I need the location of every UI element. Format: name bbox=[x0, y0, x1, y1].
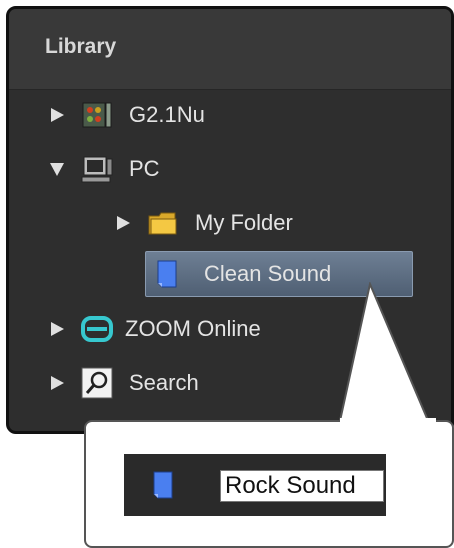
rename-input[interactable]: Rock Sound bbox=[220, 470, 384, 502]
computer-icon bbox=[81, 153, 113, 185]
tree-item-zoom-online[interactable]: ZOOM Online bbox=[47, 309, 261, 349]
rename-callout: Rock Sound bbox=[84, 420, 454, 548]
tree-item-label: Search bbox=[129, 370, 199, 395]
patch-icon bbox=[146, 469, 178, 506]
expand-arrow-icon[interactable] bbox=[47, 105, 67, 125]
patch-icon bbox=[150, 258, 182, 290]
zoom-online-icon bbox=[81, 313, 113, 345]
tree-item-g21nu[interactable]: G2.1Nu bbox=[47, 95, 205, 135]
tree-item-label: Clean Sound bbox=[204, 261, 332, 286]
search-icon bbox=[81, 367, 113, 399]
expand-arrow-icon[interactable] bbox=[113, 213, 133, 233]
device-icon bbox=[81, 99, 113, 131]
library-title: Library bbox=[45, 35, 117, 58]
rename-row: Rock Sound bbox=[124, 454, 386, 516]
tree-item-label: My Folder bbox=[195, 210, 293, 235]
expand-arrow-icon[interactable] bbox=[47, 319, 67, 339]
tree-item-pc[interactable]: PC bbox=[47, 149, 160, 189]
tree-item-my-folder[interactable]: My Folder bbox=[113, 203, 293, 243]
library-header: Library bbox=[9, 9, 451, 90]
folder-icon bbox=[147, 207, 179, 239]
tree-item-search[interactable]: Search bbox=[47, 363, 199, 403]
tree-item-label: PC bbox=[129, 156, 160, 181]
collapse-arrow-icon[interactable] bbox=[47, 159, 67, 179]
expand-arrow-icon[interactable] bbox=[47, 373, 67, 393]
callout-joint bbox=[340, 418, 436, 424]
callout-pointer bbox=[336, 282, 434, 431]
tree-item-label: G2.1Nu bbox=[129, 102, 205, 127]
tree-item-label: ZOOM Online bbox=[125, 316, 261, 341]
